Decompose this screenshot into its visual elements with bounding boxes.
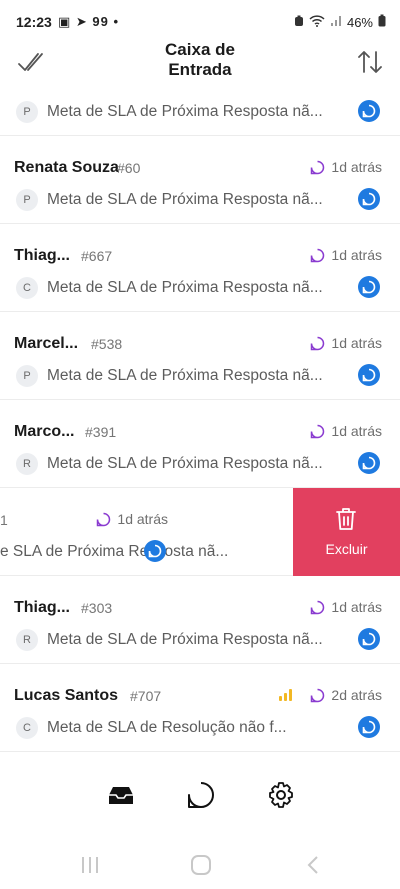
conversation-row[interactable]: Marco... #391 1d atrás R Meta de SLA de … bbox=[0, 400, 400, 488]
wifi-icon bbox=[309, 14, 325, 30]
inbox-icon[interactable] bbox=[106, 780, 136, 810]
message-preview: Meta de SLA de Resolução não f... bbox=[47, 719, 287, 736]
avatar: R bbox=[16, 629, 38, 651]
contact-name: Marco... bbox=[14, 423, 75, 440]
channel-icon bbox=[358, 188, 380, 210]
battery-saver-icon bbox=[294, 15, 304, 30]
time-ago: 2d atrás bbox=[278, 687, 382, 703]
conversations-icon[interactable] bbox=[186, 780, 216, 810]
delete-label: Excluir bbox=[325, 541, 368, 557]
contact-name: Thiag... bbox=[14, 247, 70, 264]
conversation-id: #303 bbox=[81, 600, 113, 616]
conversation-id: #60 bbox=[117, 160, 141, 176]
time-ago-text: 1d atrás bbox=[331, 159, 382, 175]
conversation-status-icon bbox=[97, 512, 111, 526]
channel-icon bbox=[358, 276, 380, 298]
conversation-status-icon bbox=[311, 424, 325, 438]
signal-icon bbox=[330, 15, 342, 30]
time-ago: 1d atrás bbox=[310, 247, 382, 263]
time-ago-text: 1d atrás bbox=[331, 247, 382, 263]
status-right: 46% bbox=[294, 14, 386, 30]
contact-name: Lucas Santos bbox=[14, 687, 119, 704]
message-preview: Meta de SLA de Próxima Resposta nã... bbox=[47, 631, 323, 648]
notification-icons: ▣ ➤ 99 • bbox=[58, 14, 120, 29]
conversation-row[interactable]: Thiag... #667 1d atrás C Meta de SLA de … bbox=[0, 224, 400, 312]
time-ago-text: 1d atrás bbox=[331, 599, 382, 615]
channel-icon bbox=[358, 452, 380, 474]
mark-all-read-icon[interactable] bbox=[16, 48, 48, 76]
message-preview: e SLA de Próxima Resposta nã... bbox=[0, 543, 229, 560]
screen: 12:23 ▣ ➤ 99 • 46% Caixa de Entrada P Me… bbox=[0, 0, 400, 889]
conversation-row[interactable]: Marcel... #538 1d atrás P Meta de SLA de… bbox=[0, 312, 400, 400]
battery-level: 46% bbox=[346, 14, 373, 30]
channel-icon bbox=[358, 364, 380, 386]
bottom-tab-bar bbox=[0, 766, 400, 826]
channel-icon bbox=[358, 100, 380, 122]
page-title: Caixa de Entrada bbox=[100, 40, 300, 80]
conversation-status-icon bbox=[311, 688, 325, 702]
avatar: C bbox=[16, 717, 38, 739]
contact-name: Marcel... bbox=[14, 335, 79, 352]
message-preview: Meta de SLA de Próxima Resposta nã... bbox=[47, 103, 323, 120]
app-header: Caixa de Entrada bbox=[0, 36, 400, 88]
avatar: P bbox=[16, 365, 38, 387]
conversation-id: #538 bbox=[91, 336, 123, 352]
avatar: C bbox=[16, 277, 38, 299]
recent-apps-icon[interactable] bbox=[80, 854, 100, 881]
avatar: P bbox=[16, 101, 38, 123]
battery-icon bbox=[378, 14, 386, 30]
time-ago: 1d atrás bbox=[310, 335, 382, 351]
settings-icon[interactable] bbox=[266, 780, 296, 810]
page-title-line1: Caixa de bbox=[165, 40, 235, 59]
conversation-id: #667 bbox=[81, 248, 113, 264]
channel-icon bbox=[358, 716, 380, 738]
conversation-status-icon bbox=[311, 160, 325, 174]
conversation-row[interactable]: Lucas Santos #707 2d atrás C Meta de SLA… bbox=[0, 664, 400, 752]
message-preview: Meta de SLA de Próxima Resposta nã... bbox=[47, 455, 323, 472]
message-preview: Meta de SLA de Próxima Resposta nã... bbox=[47, 191, 323, 208]
conversation-id: #391 bbox=[85, 424, 117, 440]
conversation-status-icon bbox=[311, 600, 325, 614]
message-preview: Meta de SLA de Próxima Resposta nã... bbox=[47, 367, 323, 384]
time-ago-text: 1d atrás bbox=[331, 423, 382, 439]
conversation-list[interactable]: P Meta de SLA de Próxima Resposta nã... … bbox=[0, 88, 400, 766]
time-ago: 1d atrás bbox=[96, 511, 168, 527]
time-ago-text: 1d atrás bbox=[331, 335, 382, 351]
contact-name: Thiag... bbox=[14, 599, 70, 616]
page-title-line2: Entrada bbox=[168, 60, 232, 79]
time-ago: 1d atrás bbox=[310, 159, 382, 175]
contact-name: Renata Souza bbox=[14, 159, 119, 176]
conversation-row[interactable]: Renata Souza #60 1d atrás P Meta de SLA … bbox=[0, 136, 400, 224]
time-ago: 1d atrás bbox=[310, 423, 382, 439]
avatar: R bbox=[16, 453, 38, 475]
priority-icon bbox=[279, 689, 293, 701]
system-nav-bar bbox=[0, 846, 400, 889]
conversation-id: 1 bbox=[0, 512, 8, 528]
conversation-row-swiped[interactable]: Excluir 1 1d atrás e SLA de Próxima Resp… bbox=[0, 488, 400, 576]
back-icon[interactable] bbox=[305, 854, 321, 881]
channel-icon bbox=[144, 540, 166, 562]
sort-icon[interactable] bbox=[354, 48, 386, 76]
conversation-status-icon bbox=[311, 248, 325, 262]
message-preview: Meta de SLA de Próxima Resposta nã... bbox=[47, 279, 323, 296]
home-icon[interactable] bbox=[190, 854, 212, 881]
channel-icon bbox=[358, 628, 380, 650]
conversation-status-icon bbox=[311, 336, 325, 350]
status-time: 12:23 bbox=[16, 14, 52, 30]
time-ago: 1d atrás bbox=[310, 599, 382, 615]
delete-button[interactable]: Excluir bbox=[293, 488, 400, 576]
trash-icon bbox=[334, 506, 358, 537]
time-ago-text: 1d atrás bbox=[117, 511, 168, 527]
time-ago-text: 2d atrás bbox=[331, 687, 382, 703]
conversation-row[interactable]: Thiag... #303 1d atrás R Meta de SLA de … bbox=[0, 576, 400, 664]
conversation-row[interactable]: P Meta de SLA de Próxima Resposta nã... bbox=[0, 88, 400, 136]
avatar: P bbox=[16, 189, 38, 211]
conversation-id: #707 bbox=[130, 688, 162, 704]
